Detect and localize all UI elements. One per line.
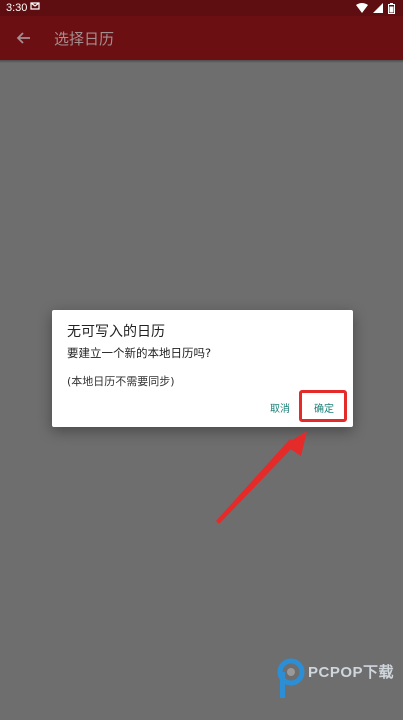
- app-bar: 选择日历: [0, 16, 403, 60]
- watermark: PCPOP下载: [276, 655, 403, 720]
- dialog-title: 无可写入的日历: [67, 324, 165, 340]
- dialog-message: 要建立一个新的本地日历吗?: [67, 346, 212, 360]
- status-icons: [356, 0, 395, 16]
- dialog-note: (本地日历不需要同步): [67, 375, 175, 388]
- status-time: 3:30: [6, 2, 28, 14]
- battery-icon: [388, 2, 395, 14]
- confirm-button[interactable]: 确定: [314, 400, 334, 415]
- status-bar: 3:30: [0, 0, 403, 16]
- signal-icon: [373, 3, 383, 13]
- watermark-logo-icon: [277, 658, 305, 698]
- watermark-text: PCPOP下载: [308, 664, 395, 681]
- mail-icon: [30, 1, 40, 17]
- wifi-icon: [356, 3, 368, 13]
- arrow-back-icon[interactable]: [14, 28, 34, 48]
- app-bar-shadow: [0, 60, 403, 63]
- no-writable-calendar-dialog: 无可写入的日历 要建立一个新的本地日历吗? (本地日历不需要同步) 取消 确定: [52, 310, 353, 427]
- cancel-button[interactable]: 取消: [270, 400, 290, 415]
- page-title: 选择日历: [54, 30, 115, 48]
